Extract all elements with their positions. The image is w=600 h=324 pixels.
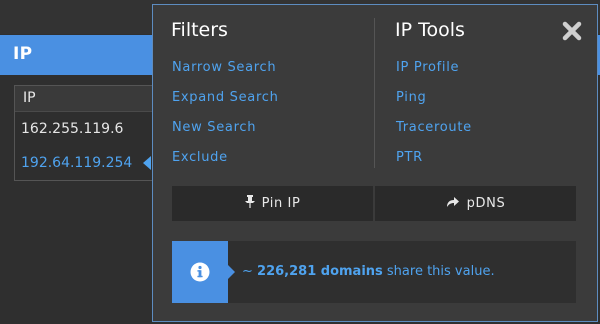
info-prefix: ~ xyxy=(242,264,258,279)
pdns-label: pDNS xyxy=(466,196,506,211)
pdns-button[interactable]: pDNS xyxy=(375,186,576,221)
ip-table: IP 162.255.119.6 192.64.119.254 xyxy=(14,85,154,181)
selection-pointer xyxy=(143,156,151,170)
column-divider xyxy=(374,18,375,168)
pin-ip-button[interactable]: Pin IP xyxy=(172,186,373,221)
info-arrow xyxy=(228,265,235,279)
narrow-search-link[interactable]: Narrow Search xyxy=(172,60,276,75)
domain-count-text[interactable]: ~ 226,281 domains share this value. xyxy=(242,264,495,279)
ip-tools-title: IP Tools xyxy=(395,19,465,41)
ptr-link[interactable]: PTR xyxy=(396,150,423,165)
share-arrow-icon xyxy=(446,196,460,212)
ip-popover: Filters IP Tools Narrow Search Expand Se… xyxy=(152,4,598,322)
close-icon[interactable] xyxy=(561,20,583,42)
ping-link[interactable]: Ping xyxy=(396,90,426,105)
info-icon xyxy=(172,241,228,303)
pin-ip-label: Pin IP xyxy=(261,196,301,211)
exclude-link[interactable]: Exclude xyxy=(172,150,228,165)
ip-panel-title: IP xyxy=(13,44,33,64)
traceroute-link[interactable]: Traceroute xyxy=(396,120,472,135)
expand-search-link[interactable]: Expand Search xyxy=(172,90,279,105)
pin-icon xyxy=(244,195,255,212)
info-suffix: share this value. xyxy=(382,264,495,279)
filters-title: Filters xyxy=(171,19,228,41)
info-box: ~ 226,281 domains share this value. xyxy=(172,241,576,303)
new-search-link[interactable]: New Search xyxy=(172,120,256,135)
ip-table-header: IP xyxy=(15,86,153,112)
ip-profile-link[interactable]: IP Profile xyxy=(396,60,459,75)
ip-row[interactable]: 162.255.119.6 xyxy=(15,112,153,146)
ip-row-selected[interactable]: 192.64.119.254 xyxy=(15,146,153,180)
domain-count: 226,281 domains xyxy=(257,264,383,279)
